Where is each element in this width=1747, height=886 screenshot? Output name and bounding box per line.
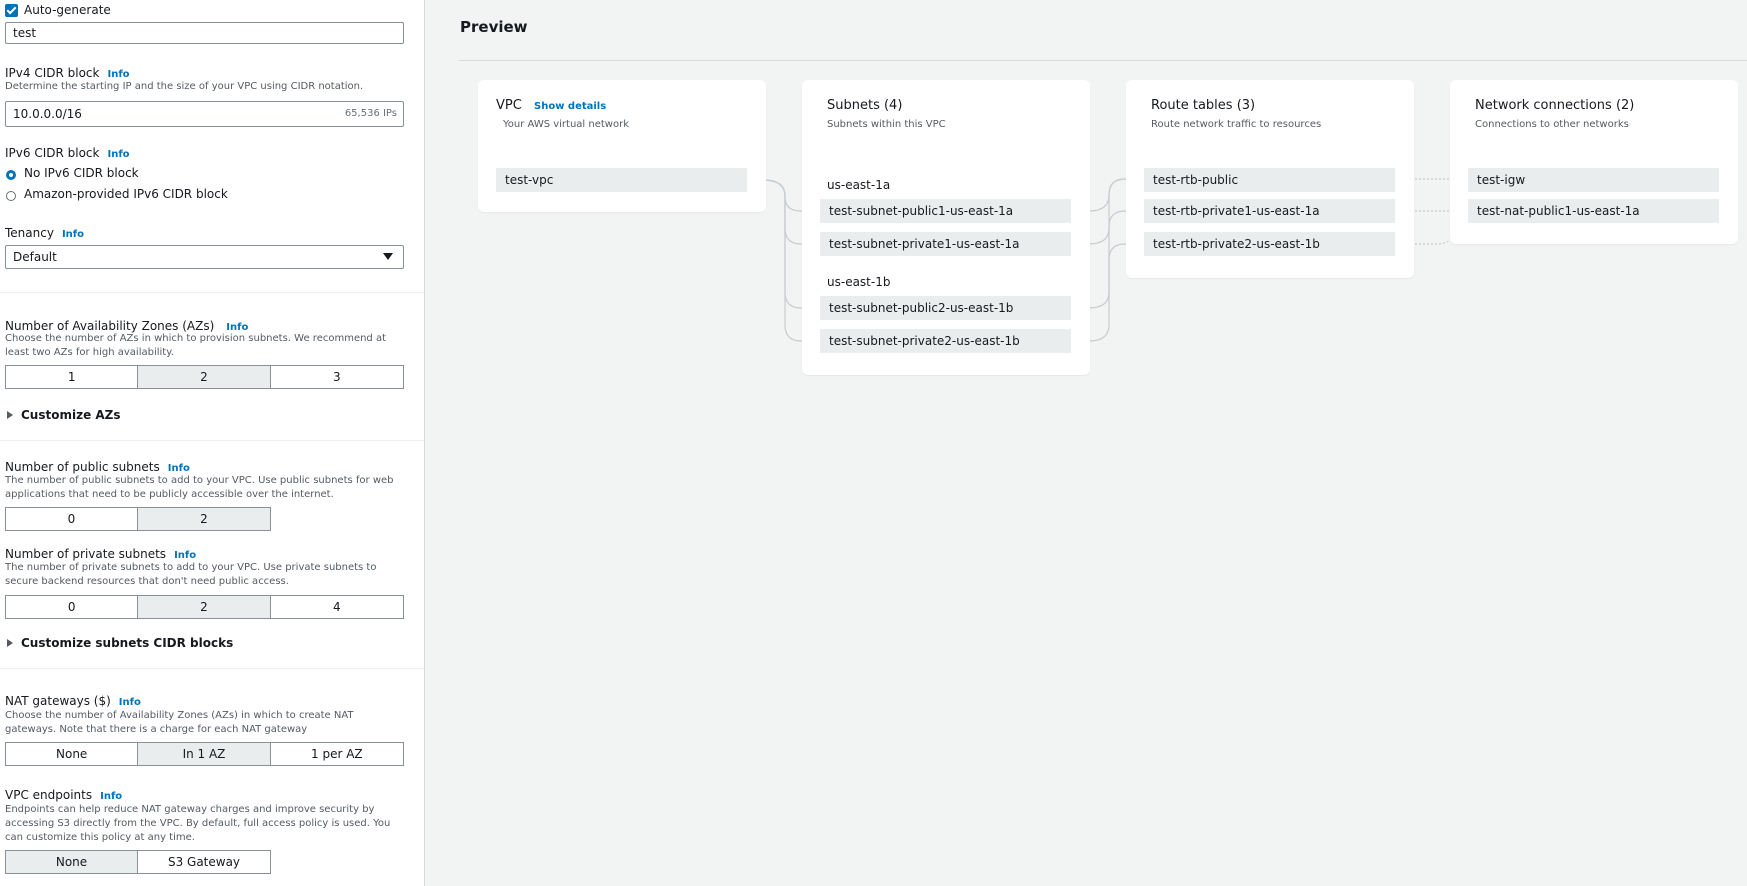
ipv6-heading: IPv6 CIDR block Info	[5, 142, 130, 161]
ipv6-info-link[interactable]: Info	[107, 149, 129, 160]
subnet-item[interactable]: test-subnet-private2-us-east-1b	[820, 329, 1071, 353]
divider	[0, 668, 424, 669]
ipv4-description: Determine the starting IP and the size o…	[5, 81, 364, 92]
network-connection-item[interactable]: test-nat-public1-us-east-1a	[1468, 199, 1719, 223]
route-tables-card-title: Route tables (3)	[1151, 98, 1256, 113]
nat-label: NAT gateways ($)	[5, 694, 111, 708]
public-subnets-option-2[interactable]: 2	[138, 508, 270, 530]
endpoints-description: Endpoints can help reduce NAT gateway ch…	[5, 804, 391, 843]
subnets-card-title: Subnets (4)	[827, 98, 903, 113]
preview-panel: Preview VPC Show details Your AWS virtua…	[425, 0, 1747, 886]
tenancy-info-link[interactable]: Info	[62, 229, 84, 240]
route-table-item[interactable]: test-rtb-private1-us-east-1a	[1144, 199, 1395, 223]
az-label-1a: us-east-1a	[827, 178, 891, 192]
nat-option-in-1-az[interactable]: In 1 AZ	[138, 743, 271, 765]
network-connection-item[interactable]: test-igw	[1468, 168, 1719, 192]
public-subnets-option-0[interactable]: 0	[6, 508, 138, 530]
tenancy-value: Default	[13, 250, 57, 264]
azs-option-2[interactable]: 2	[138, 366, 271, 388]
route-table-item[interactable]: test-rtb-private2-us-east-1b	[1144, 232, 1395, 256]
tenancy-label: Tenancy	[5, 226, 54, 240]
azs-segmented-control: 1 2 3	[5, 365, 404, 389]
azs-option-1[interactable]: 1	[6, 366, 139, 388]
endpoints-label: VPC endpoints	[5, 788, 93, 802]
nat-info-link[interactable]: Info	[119, 697, 141, 708]
customize-azs-label: Customize AZs	[21, 408, 121, 422]
no-ipv6-label: No IPv6 CIDR block	[24, 166, 139, 180]
ipv4-cidr-value: 10.0.0.0/16	[13, 107, 82, 121]
private-subnets-option-2[interactable]: 2	[138, 596, 271, 618]
public-subnets-heading: Number of public subnets Info	[5, 456, 190, 475]
subnet-item[interactable]: test-subnet-public2-us-east-1b	[820, 296, 1071, 320]
public-subnets-label: Number of public subnets	[5, 460, 160, 474]
private-subnets-option-4[interactable]: 4	[271, 596, 403, 618]
amazon-ipv6-label: Amazon-provided IPv6 CIDR block	[24, 187, 228, 201]
customize-azs-expander[interactable]: Customize AZs	[7, 404, 121, 423]
ipv4-label: IPv4 CIDR block	[5, 66, 100, 80]
endpoints-info-link[interactable]: Info	[100, 791, 122, 802]
public-subnets-info-link[interactable]: Info	[168, 463, 190, 474]
private-subnets-label: Number of private subnets	[5, 547, 167, 561]
nat-heading: NAT gateways ($) Info	[5, 690, 141, 709]
customize-cidr-expander[interactable]: Customize subnets CIDR blocks	[7, 632, 233, 651]
no-ipv6-radio[interactable]	[6, 170, 16, 180]
caret-right-icon	[7, 410, 13, 419]
nat-option-1-per-az[interactable]: 1 per AZ	[271, 743, 403, 765]
nat-description: Choose the number of Availability Zones …	[5, 710, 354, 735]
ipv4-cidr-input[interactable]: 10.0.0.0/16 65,536 IPs	[5, 101, 404, 127]
network-connections-card-title: Network connections (2)	[1475, 98, 1635, 113]
public-subnets-description: The number of public subnets to add to y…	[5, 475, 394, 500]
private-subnets-info-link[interactable]: Info	[174, 550, 196, 561]
azs-description: Choose the number of AZs in which to pro…	[5, 333, 387, 358]
nat-option-none[interactable]: None	[6, 743, 139, 765]
private-subnets-description: The number of private subnets to add to …	[5, 562, 377, 587]
auto-generate-checkbox[interactable]	[5, 4, 18, 17]
subnet-item[interactable]: test-subnet-private1-us-east-1a	[820, 232, 1071, 256]
endpoints-option-none[interactable]: None	[6, 851, 138, 873]
vpc-card: VPC Show details Your AWS virtual networ…	[478, 80, 766, 212]
dropdown-arrow-icon	[383, 253, 393, 260]
private-subnets-segmented-control: 0 2 4	[5, 595, 404, 619]
vpc-card-subtitle: Your AWS virtual network	[503, 119, 629, 130]
route-tables-card-subtitle: Route network traffic to resources	[1151, 119, 1322, 130]
divider	[459, 60, 1747, 61]
tenancy-select[interactable]: Default	[5, 245, 404, 269]
ipv4-ip-count: 65,536 IPs	[344, 108, 397, 119]
subnet-item[interactable]: test-subnet-public1-us-east-1a	[820, 199, 1071, 223]
auto-generate-label: Auto-generate	[24, 3, 111, 17]
subnets-card: Subnets (4) Subnets within this VPC us-e…	[802, 80, 1090, 375]
ipv4-heading: IPv4 CIDR block Info	[5, 62, 130, 81]
private-subnets-option-0[interactable]: 0	[6, 596, 139, 618]
network-connections-card-subtitle: Connections to other networks	[1475, 119, 1629, 130]
name-tag-input[interactable]: test	[5, 22, 404, 44]
vpc-card-title: VPC	[496, 98, 522, 113]
route-tables-card: Route tables (3) Route network traffic t…	[1126, 80, 1414, 278]
ipv4-info-link[interactable]: Info	[107, 69, 129, 80]
customize-cidr-label: Customize subnets CIDR blocks	[21, 636, 234, 650]
preview-title: Preview	[460, 18, 528, 36]
endpoints-heading: VPC endpoints Info	[5, 784, 122, 803]
azs-option-3[interactable]: 3	[271, 366, 403, 388]
subnets-card-subtitle: Subnets within this VPC	[827, 119, 946, 130]
ipv6-label: IPv6 CIDR block	[5, 146, 100, 160]
nat-segmented-control: None In 1 AZ 1 per AZ	[5, 742, 404, 766]
amazon-ipv6-radio[interactable]	[6, 191, 16, 201]
vpc-settings-panel: Auto-generate test IPv4 CIDR block Info D…	[0, 0, 425, 886]
route-table-item[interactable]: test-rtb-public	[1144, 168, 1395, 192]
caret-right-icon	[7, 638, 13, 647]
az-label-1b: us-east-1b	[827, 275, 891, 289]
endpoints-segmented-control: None S3 Gateway	[5, 850, 271, 874]
endpoints-option-s3-gateway[interactable]: S3 Gateway	[138, 851, 270, 873]
divider	[0, 440, 424, 441]
divider	[0, 292, 424, 293]
vpc-item[interactable]: test-vpc	[496, 168, 747, 192]
show-details-link[interactable]: Show details	[534, 101, 606, 112]
azs-label: Number of Availability Zones (AZs)	[5, 319, 215, 333]
network-connections-card: Network connections (2) Connections to o…	[1450, 80, 1738, 244]
public-subnets-segmented-control: 0 2	[5, 507, 271, 531]
tenancy-heading: Tenancy Info	[5, 222, 84, 241]
private-subnets-heading: Number of private subnets Info	[5, 543, 196, 562]
